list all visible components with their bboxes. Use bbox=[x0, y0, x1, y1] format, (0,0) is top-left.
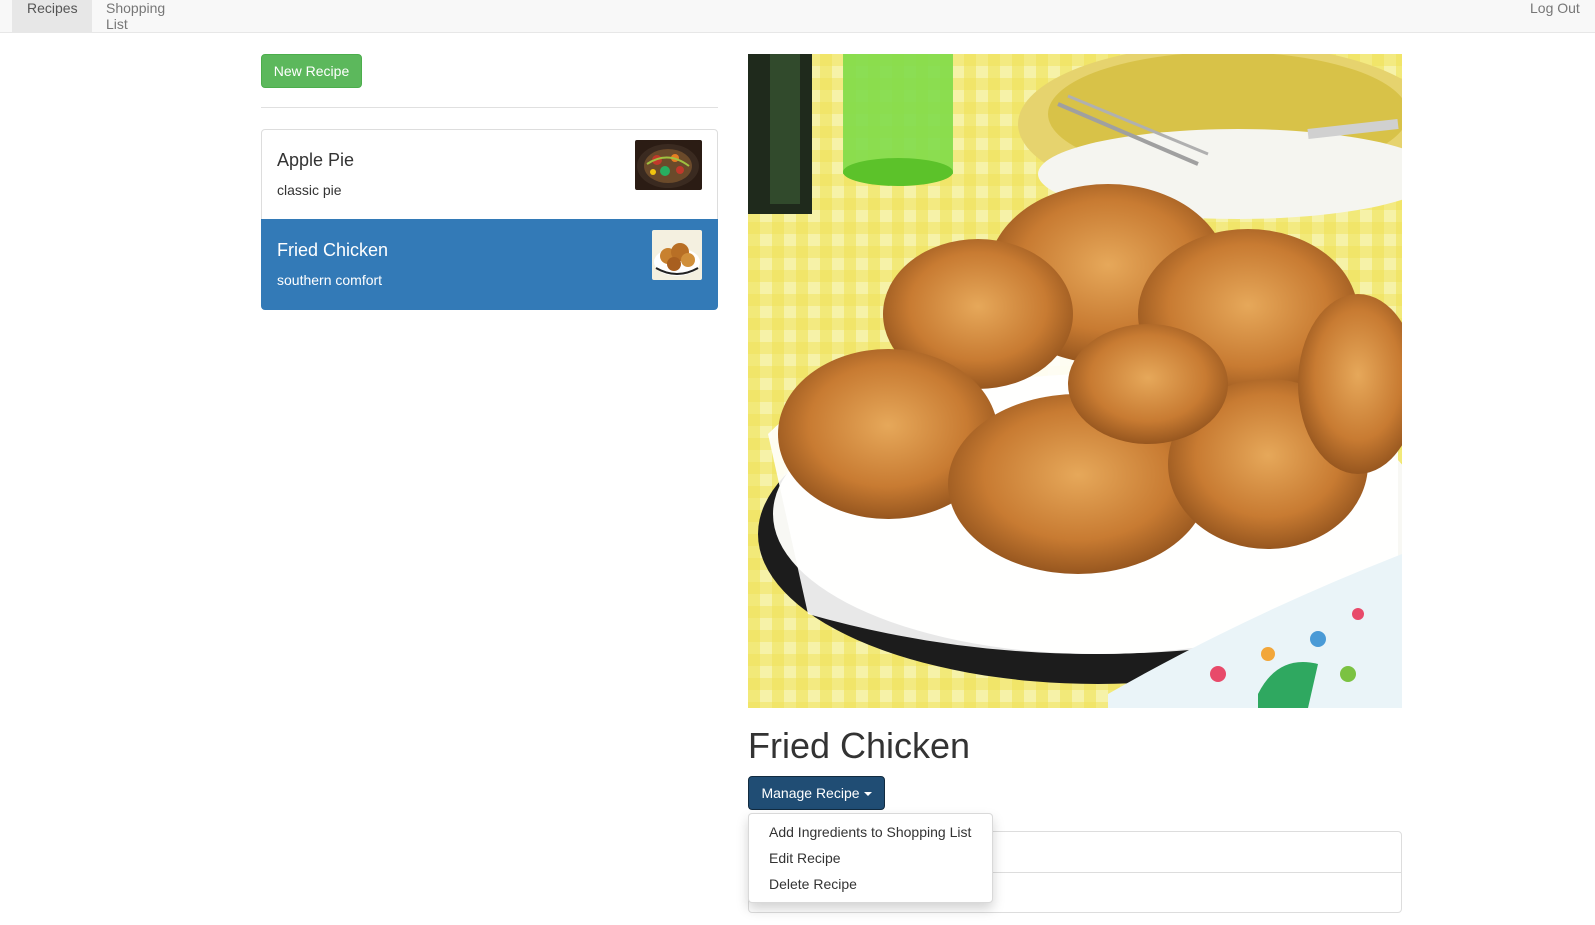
top-navbar: Recipes Shopping List Log Out bbox=[0, 0, 1595, 33]
divider bbox=[261, 107, 718, 108]
manage-recipe-button[interactable]: Manage Recipe bbox=[748, 776, 885, 810]
recipe-list-item-apple-pie[interactable]: Apple Pie classic pie bbox=[261, 129, 718, 220]
nav-tab-recipes[interactable]: Recipes bbox=[12, 0, 92, 32]
menu-item-delete-recipe[interactable]: Delete Recipe bbox=[749, 871, 992, 897]
logout-link[interactable]: Log Out bbox=[1515, 0, 1595, 32]
nav-tab-shopping-list[interactable]: Shopping List bbox=[91, 0, 191, 32]
logout-label: Log Out bbox=[1530, 0, 1580, 16]
menu-item-edit-recipe[interactable]: Edit Recipe bbox=[749, 845, 992, 871]
nav-tab-recipes-label: Recipes bbox=[27, 0, 78, 16]
recipe-description: southern comfort bbox=[277, 272, 383, 288]
recipe-list: Apple Pie classic pie Fried Chicken sout… bbox=[261, 129, 718, 310]
recipe-list-item-fried-chicken[interactable]: Fried Chicken southern comfort bbox=[261, 219, 718, 310]
recipe-description: classic pie bbox=[277, 182, 342, 198]
recipe-name: Apple Pie bbox=[277, 150, 355, 170]
recipe-thumbnail bbox=[635, 140, 702, 190]
recipe-image bbox=[748, 54, 1402, 708]
recipe-thumbnail bbox=[652, 230, 702, 280]
manage-recipe-menu: Add Ingredients to Shopping List Edit Re… bbox=[748, 813, 993, 903]
nav-tab-shopping-list-label: Shopping List bbox=[106, 0, 166, 32]
new-recipe-button[interactable]: New Recipe bbox=[261, 54, 362, 88]
recipe-title: Fried Chicken bbox=[748, 725, 971, 766]
recipe-name: Fried Chicken bbox=[277, 240, 389, 260]
manage-recipe-label: Manage Recipe bbox=[761, 785, 860, 801]
caret-down-icon bbox=[863, 792, 872, 797]
menu-item-add-to-shopping-list[interactable]: Add Ingredients to Shopping List bbox=[749, 819, 992, 845]
